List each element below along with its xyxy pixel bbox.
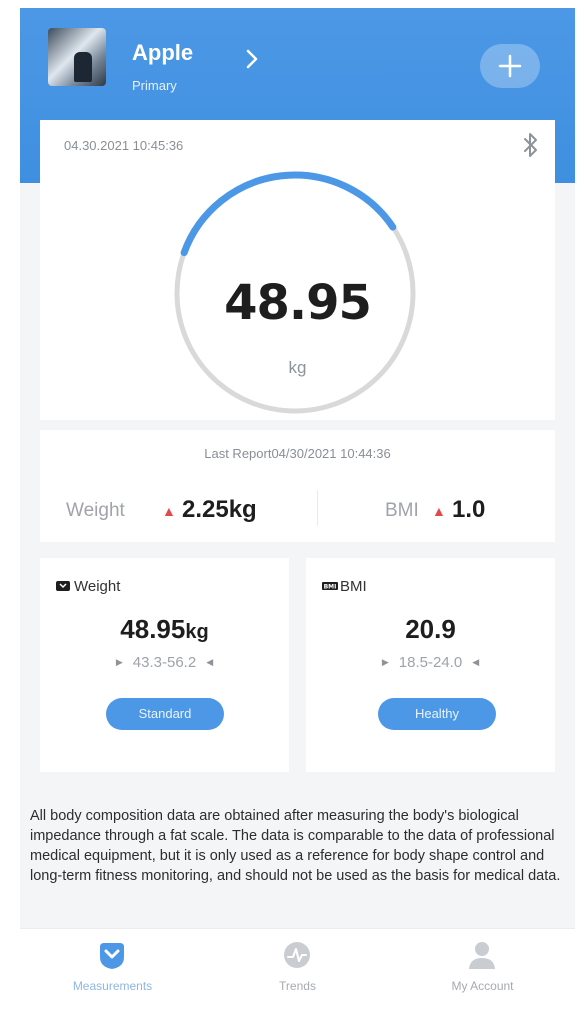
person-icon <box>466 939 498 971</box>
tab-label: My Account <box>451 979 514 993</box>
weight-metric-value: 48.95kg <box>120 614 209 644</box>
weight-metric-label: Weight <box>74 578 121 595</box>
svg-text:BMI: BMI <box>324 584 337 591</box>
bmi-metric-value: 20.9 <box>405 614 456 644</box>
up-arrow-icon: ▲ <box>432 503 446 519</box>
disclaimer-text: All body composition data are obtained a… <box>20 778 575 938</box>
weight-value: 48.95 <box>224 275 372 331</box>
weight-status-badge: Standard <box>106 698 224 730</box>
user-name[interactable]: Apple <box>132 40 193 66</box>
weight-range: ▶ 43.3-56.2 ◀ <box>115 654 214 671</box>
divider <box>317 490 318 526</box>
weight-unit: kg <box>288 358 307 377</box>
last-report-text: Last Report04/30/2021 10:44:36 <box>204 446 391 461</box>
measurement-timestamp: 04.30.2021 10:45:36 <box>64 138 184 153</box>
bmi-delta-label: BMI <box>385 500 419 521</box>
bluetooth-icon[interactable] <box>520 132 542 158</box>
tab-trends[interactable]: Trends <box>205 929 390 1003</box>
add-button[interactable] <box>480 44 540 88</box>
tab-my-account[interactable]: My Account <box>390 929 575 1003</box>
user-role: Primary <box>132 78 177 93</box>
bmi-metric-label: BMI <box>340 578 367 595</box>
up-arrow-icon: ▲ <box>162 503 176 519</box>
bmi-metric-title: BMI BMI <box>322 578 367 595</box>
weight-metric-title: Weight <box>56 578 120 595</box>
tab-label: Measurements <box>72 979 153 993</box>
chevron-right-icon[interactable] <box>242 48 262 70</box>
weight-metric-card[interactable]: Weight 48.95kg ▶ 43.3-56.2 ◀ Standard <box>40 558 289 772</box>
tab-label: Trends <box>279 979 316 993</box>
bottom-tab-bar: Measurements Trends My Account <box>20 928 575 1003</box>
bmi-status-badge: Healthy <box>378 698 496 730</box>
bmi-range: ▶ 18.5-24.0 ◀ <box>381 654 480 671</box>
weight-delta-value: 2.25kg <box>182 496 257 523</box>
gauge-progress-arc <box>180 171 397 257</box>
avatar[interactable] <box>48 28 106 86</box>
measurement-card: 04.30.2021 10:45:36 48.95 kg <box>40 120 555 420</box>
bmi-delta-value: 1.0 <box>452 496 486 523</box>
bmi-icon: BMI <box>322 579 338 591</box>
scale-icon <box>56 579 70 591</box>
weight-delta-label: Weight <box>66 500 125 521</box>
trends-icon <box>281 939 313 971</box>
bmi-metric-card[interactable]: BMI BMI 20.9 ▶ 18.5-24.0 ◀ Healthy <box>306 558 555 772</box>
tab-measurements[interactable]: Measurements <box>20 929 205 1003</box>
scale-icon <box>96 939 128 971</box>
last-report-card: Last Report04/30/2021 10:44:36 Weight ▲ … <box>40 430 555 542</box>
app-screen: Apple Primary 04.30.2021 10:45:36 48.95 … <box>20 8 575 1003</box>
